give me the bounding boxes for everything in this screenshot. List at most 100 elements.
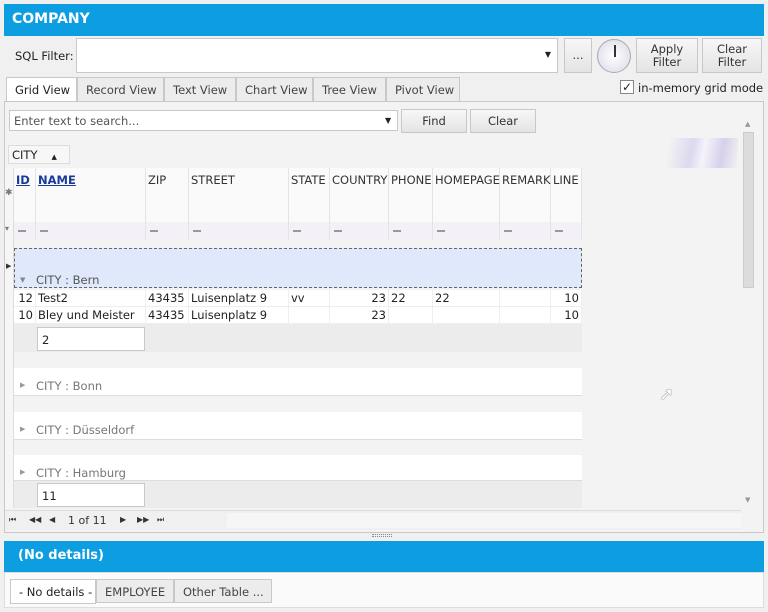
filter-cell-id[interactable] (14, 222, 36, 240)
cell-id[interactable]: 12 (14, 290, 36, 307)
in-memory-checkbox[interactable]: ✓ (620, 80, 634, 94)
next-record-icon[interactable]: ▶ (120, 515, 126, 524)
apply-filter-button[interactable]: Apply Filter (636, 38, 698, 73)
cell-phone[interactable]: 22 (389, 290, 433, 307)
scrollbar-thumb[interactable] (743, 132, 754, 288)
equals-operator-icon (334, 230, 342, 232)
column-header-zip[interactable]: ZIP (146, 168, 189, 222)
equals-operator-icon (504, 230, 512, 232)
collapse-icon[interactable]: ▼ (20, 276, 25, 284)
equals-operator-icon (150, 230, 158, 232)
cell-zip[interactable]: 43435 (146, 290, 189, 307)
record-navigator: ⏮ ◀◀ ◀ 1 of 11 ▶ ▶▶ ⏭ (5, 510, 741, 530)
group-label: CITY : Bonn (36, 379, 103, 393)
expand-icon[interactable]: ▶ (20, 381, 25, 389)
next-page-icon[interactable]: ▶▶ (137, 515, 149, 524)
equals-operator-icon (293, 230, 301, 232)
details-tab-no-details[interactable]: - No details - (10, 579, 96, 604)
last-record-icon[interactable]: ⏭ (157, 515, 164, 525)
group-column-label: CITY (12, 148, 38, 162)
tab-record-view[interactable]: Record View (77, 77, 164, 101)
previous-record-icon[interactable]: ◀ (49, 515, 55, 524)
cell-remark[interactable] (500, 290, 551, 307)
column-header-line[interactable]: LINE (551, 168, 582, 222)
chevron-down-icon[interactable]: ▼ (385, 116, 391, 125)
equals-operator-icon (40, 230, 48, 232)
cell-country[interactable]: 23 (330, 307, 389, 324)
column-header-name[interactable]: NAME (36, 168, 146, 222)
tab-chart-view[interactable]: Chart View (236, 77, 313, 101)
group-count-footer: 2 (37, 327, 145, 351)
record-position: 1 of 11 (68, 514, 107, 527)
filter-cell-state[interactable] (289, 222, 330, 240)
column-header-state[interactable]: STATE (289, 168, 330, 222)
tab-tree-view[interactable]: Tree View (313, 77, 386, 101)
sql-filter-label: SQL Filter: (15, 49, 74, 63)
equals-operator-icon (393, 230, 401, 232)
previous-page-icon[interactable]: ◀◀ (29, 515, 41, 524)
vertical-scrollbar[interactable]: ▲ ▼ (741, 118, 756, 508)
column-header-country[interactable]: COUNTRY (330, 168, 389, 222)
splitter-handle[interactable] (372, 534, 392, 537)
first-record-icon[interactable]: ⏮ (9, 515, 16, 525)
filter-cell-name[interactable] (36, 222, 146, 240)
column-header-remark[interactable]: REMARK (500, 168, 551, 222)
filter-cell-street[interactable] (189, 222, 289, 240)
cell-homepage[interactable]: 22 (433, 290, 500, 307)
clock-icon[interactable] (597, 39, 631, 73)
filter-cell-line[interactable] (551, 222, 582, 240)
column-header-street[interactable]: STREET (189, 168, 289, 222)
filter-cell-remark[interactable] (500, 222, 551, 240)
scroll-up-icon[interactable]: ▲ (745, 120, 750, 128)
clear-search-button[interactable]: Clear (470, 109, 536, 133)
cell-id[interactable]: 10 (14, 307, 36, 324)
cell-state[interactable]: vv (289, 290, 330, 307)
tab-grid-view[interactable]: Grid View (6, 77, 77, 102)
filter-cell-homepage[interactable] (433, 222, 500, 240)
row-indicator-column: ✱ ▾ ▶ (5, 168, 14, 508)
scroll-down-icon[interactable]: ▼ (745, 496, 750, 504)
column-header-homepage[interactable]: HOMEPAGE (433, 168, 500, 222)
cell-country[interactable]: 23 (330, 290, 389, 307)
sort-ascending-icon: ▲ (51, 153, 57, 161)
equals-operator-icon (555, 230, 563, 232)
filter-row-icon: ▾ (5, 224, 10, 233)
cell-phone[interactable] (389, 307, 433, 324)
group-label: CITY : Hamburg (36, 466, 126, 480)
details-tab-employee[interactable]: EMPLOYEE (96, 579, 174, 603)
cell-homepage[interactable] (433, 307, 500, 324)
column-header-id[interactable]: ID (14, 168, 36, 222)
filter-cell-phone[interactable] (389, 222, 433, 240)
cell-street[interactable]: Luisenplatz 9 (189, 290, 289, 307)
cell-line[interactable]: 10 (551, 290, 582, 307)
group-by-city-chip[interactable]: CITY ▲ (8, 145, 70, 164)
expand-icon[interactable]: ▶ (20, 425, 25, 433)
cell-state[interactable] (289, 307, 330, 324)
cell-line[interactable]: 10 (551, 307, 582, 324)
expand-icon[interactable]: ▶ (20, 468, 25, 476)
search-input[interactable]: Enter text to search... (9, 110, 398, 131)
filter-cell-country[interactable] (330, 222, 389, 240)
tab-text-view[interactable]: Text View (164, 77, 236, 101)
mouse-cursor-icon: ➚ (659, 384, 675, 405)
clear-filter-button[interactable]: Clear Filter (702, 38, 762, 73)
cell-remark[interactable] (500, 307, 551, 324)
horizontal-scrollbar[interactable] (227, 513, 741, 528)
tab-pivot-view[interactable]: Pivot View (386, 77, 460, 101)
column-header-phone[interactable]: PHONE (389, 168, 433, 222)
sql-builder-button[interactable]: ... (564, 38, 592, 73)
cell-street[interactable]: Luisenplatz 9 (189, 307, 289, 324)
sql-filter-input[interactable]: ▼ (76, 38, 558, 73)
details-tab-other-table[interactable]: Other Table ... (174, 579, 272, 603)
cell-zip[interactable]: 43435 (146, 307, 189, 324)
equals-operator-icon (437, 230, 445, 232)
chevron-down-icon[interactable]: ▼ (545, 50, 551, 59)
filter-cell-zip[interactable] (146, 222, 189, 240)
window-title: COMPANY (4, 4, 764, 36)
group-label: CITY : Bern (36, 273, 100, 287)
cell-name[interactable]: Test2 (36, 290, 146, 307)
find-button[interactable]: Find (401, 109, 467, 133)
cell-name[interactable]: Bley und Meister (36, 307, 146, 324)
equals-operator-icon (193, 230, 201, 232)
equals-operator-icon (18, 230, 26, 232)
